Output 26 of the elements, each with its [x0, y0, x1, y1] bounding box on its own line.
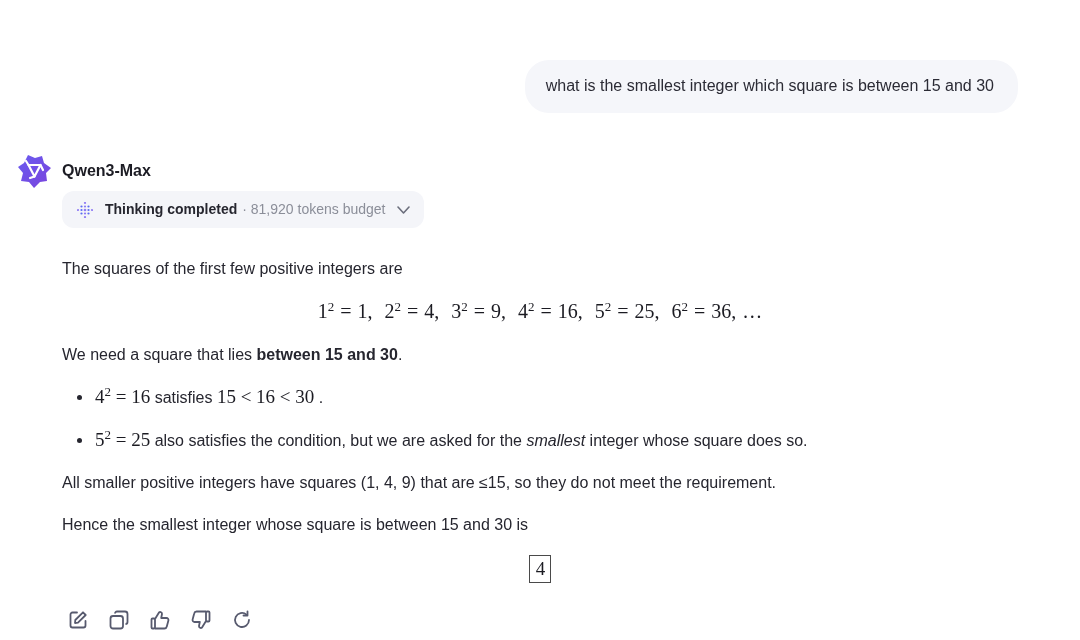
math-equation: 1$^{2}$ = 1, 2$^{2}$ = 4, 3$^{2}$ = 9, 4$^{2}$ = 16, 5$^{2}$ = 25, 6$^{2}$ = 36, … [317, 300, 763, 322]
copy-icon [109, 610, 129, 630]
refresh-icon [232, 610, 252, 630]
dots-icon [77, 201, 93, 218]
like-button[interactable] [149, 609, 171, 631]
list-item-text: 4$^{2}$ = 16 satisfies 15 < 16 < 30 . [95, 385, 324, 409]
list-item-text: 5$^{2}$ = 25 also satisfies the condition, but we are asked for the smallest integer whose square does so. [95, 428, 808, 452]
token-budget-text: · 81,920 tokens budget [242, 200, 386, 219]
copy-button[interactable] [108, 609, 130, 631]
user-message-bubble: what is the smallest integer which square is between 15 and 30 [524, 60, 1018, 113]
regenerate-button[interactable] [231, 609, 253, 631]
thumbs-up-icon [150, 610, 170, 630]
paragraph-text: Hence the smallest integer whose square is between 15 and 30 is [62, 515, 530, 535]
paragraph-text: The squares of the first few positive integers are [62, 259, 404, 279]
paragraph-text: All smaller positive integers have squares (1, 4, 9) that are ≤15, so they do not meet the requirement. [62, 473, 778, 493]
thinking-toggle[interactable]: Thinking completed · 81,920 tokens budget [62, 191, 425, 228]
model-logo-icon [18, 154, 51, 188]
bullet-icon [77, 438, 82, 443]
paragraph-text: We need a square that lies between 15 and 30. [62, 345, 404, 365]
model-name: Qwen3-Max [62, 161, 151, 181]
thumbs-down-icon [191, 610, 211, 630]
pencil-square-icon [68, 610, 88, 630]
dislike-button[interactable] [190, 609, 212, 631]
boxed-answer: 4 [528, 555, 552, 583]
bullet-icon [77, 395, 82, 400]
edit-button[interactable] [67, 609, 89, 631]
